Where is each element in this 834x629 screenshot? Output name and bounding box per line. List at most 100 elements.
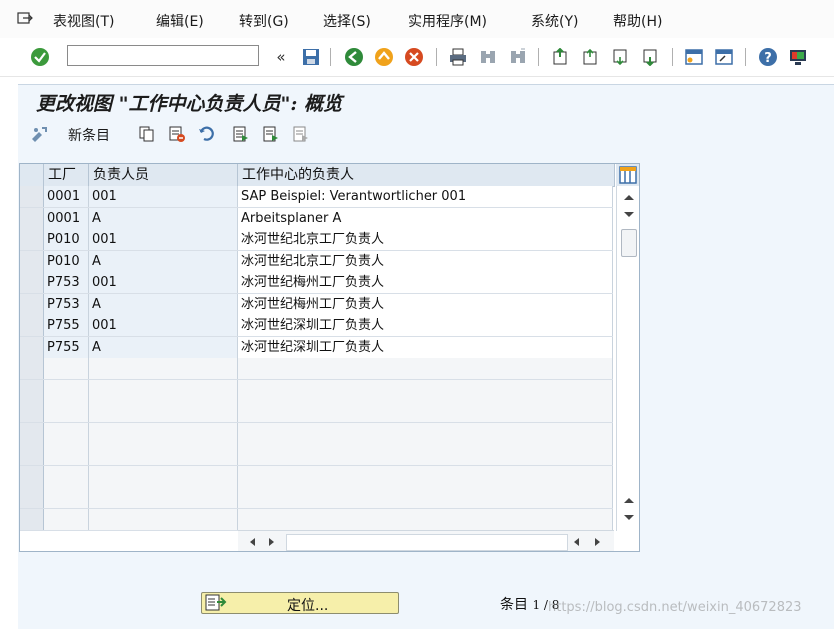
delete-icon[interactable] — [166, 123, 188, 145]
scroll-right-icon[interactable] — [268, 537, 276, 547]
menu-system[interactable]: 系统(Y) — [531, 11, 578, 31]
cancel-icon[interactable] — [403, 46, 425, 68]
table-row[interactable]: P753 A 冰河世纪梅州工厂负责人 — [20, 293, 613, 316]
scroll-left-icon[interactable] — [248, 537, 256, 547]
back-double-icon[interactable]: « — [270, 46, 292, 68]
scroll-up-bottom-icon[interactable] — [623, 496, 635, 504]
horizontal-scrollbar[interactable] — [238, 530, 614, 551]
select-all-cell[interactable] — [20, 164, 44, 186]
deselect-all-icon[interactable] — [290, 123, 312, 145]
row-selector[interactable] — [20, 336, 44, 358]
cell-description[interactable]: 冰河世纪梅州工厂负责人 — [238, 293, 613, 315]
row-selector[interactable] — [20, 508, 44, 530]
table-row[interactable] — [20, 444, 613, 466]
cell-description[interactable] — [238, 487, 613, 508]
row-selector[interactable] — [20, 229, 44, 250]
locate-button[interactable]: 定位... — [201, 592, 399, 614]
display-change-icon[interactable] — [29, 123, 51, 145]
first-page-icon[interactable] — [549, 46, 571, 68]
cell-description[interactable] — [238, 444, 613, 465]
copy-icon[interactable] — [136, 123, 158, 145]
table-settings-button[interactable] — [616, 164, 639, 187]
back-icon[interactable] — [343, 46, 365, 68]
column-header-description[interactable]: 工作中心的负责人 — [238, 164, 615, 186]
next-page-icon[interactable] — [609, 46, 631, 68]
new-entries-button[interactable]: 新条目 — [68, 125, 110, 145]
vertical-scrollbar[interactable] — [616, 186, 639, 531]
cell-description[interactable]: 冰河世纪北京工厂负责人 — [238, 250, 613, 272]
menu-help[interactable]: 帮助(H) — [613, 11, 662, 31]
column-header-plant[interactable]: 工厂 — [44, 164, 89, 186]
row-selector[interactable] — [20, 401, 44, 422]
table-row[interactable]: P010 001 冰河世纪北京工厂负责人 — [20, 229, 613, 251]
cell-description[interactable] — [238, 358, 613, 379]
find-icon[interactable] — [477, 46, 499, 68]
table-row[interactable]: P753 001 冰河世纪梅州工厂负责人 — [20, 272, 613, 294]
menu-table-view[interactable]: 表视图(T) — [53, 11, 114, 31]
last-page-icon[interactable] — [639, 46, 661, 68]
menu-goto[interactable]: 转到(G) — [239, 11, 289, 31]
row-selector[interactable] — [20, 315, 44, 336]
cell-description[interactable] — [238, 422, 613, 444]
table-row[interactable] — [20, 487, 613, 509]
table-row[interactable]: P755 001 冰河世纪深圳工厂负责人 — [20, 315, 613, 337]
table-row[interactable]: 0001 A Arbeitsplaner A — [20, 207, 613, 230]
exit-icon[interactable] — [373, 46, 395, 68]
row-selector[interactable] — [20, 358, 44, 379]
print-icon[interactable] — [447, 46, 469, 68]
menu-utilities[interactable]: 实用程序(M) — [408, 11, 487, 31]
row-selector[interactable] — [20, 293, 44, 315]
command-field[interactable] — [67, 45, 259, 66]
row-selector[interactable] — [20, 379, 44, 401]
horizontal-scroll-track[interactable] — [286, 534, 568, 551]
undo-icon[interactable] — [196, 123, 218, 145]
scroll-left-end-icon[interactable] — [572, 537, 580, 547]
scroll-thumb[interactable] — [621, 229, 637, 257]
cell-description[interactable]: 冰河世纪梅州工厂负责人 — [238, 272, 613, 293]
row-selector[interactable] — [20, 465, 44, 487]
row-selector[interactable] — [20, 207, 44, 229]
select-all-icon[interactable] — [230, 123, 252, 145]
cell-description[interactable] — [238, 508, 613, 530]
scroll-up-icon[interactable] — [623, 193, 635, 201]
scroll-right-end-icon[interactable] — [594, 537, 602, 547]
cell-description[interactable]: SAP Beispiel: Verantwortlicher 001 — [238, 186, 613, 207]
help-icon[interactable]: ? — [757, 46, 779, 68]
table-row[interactable] — [20, 422, 613, 445]
prev-page-icon[interactable] — [579, 46, 601, 68]
row-selector[interactable] — [20, 444, 44, 465]
new-session-icon[interactable] — [683, 46, 705, 68]
exit-menu-icon[interactable] — [17, 11, 33, 25]
check-icon[interactable] — [29, 46, 51, 68]
row-selector[interactable] — [20, 487, 44, 508]
scroll-down-bottom-icon[interactable] — [623, 514, 635, 522]
cell-description[interactable]: 冰河世纪北京工厂负责人 — [238, 229, 613, 250]
table-row[interactable] — [20, 358, 613, 380]
row-selector[interactable] — [20, 422, 44, 444]
cell-description[interactable]: 冰河世纪深圳工厂负责人 — [238, 336, 613, 358]
column-header-person[interactable]: 负责人员 — [89, 164, 238, 186]
table-row[interactable]: P010 A 冰河世纪北京工厂负责人 — [20, 250, 613, 273]
cell-description[interactable] — [238, 379, 613, 401]
scroll-down-icon[interactable] — [623, 211, 635, 219]
row-selector[interactable] — [20, 250, 44, 272]
menu-selection[interactable]: 选择(S) — [323, 11, 371, 31]
shortcut-icon[interactable] — [713, 46, 735, 68]
table-row[interactable] — [20, 401, 613, 423]
find-next-icon[interactable] — [507, 46, 529, 68]
menu-edit[interactable]: 编辑(E) — [156, 11, 204, 31]
table-row[interactable] — [20, 465, 613, 488]
row-selector[interactable] — [20, 186, 44, 207]
save-icon[interactable] — [300, 46, 322, 68]
cell-description[interactable] — [238, 401, 613, 422]
cell-description[interactable]: Arbeitsplaner A — [238, 207, 613, 229]
row-selector[interactable] — [20, 272, 44, 293]
customize-icon[interactable] — [787, 46, 809, 68]
select-block-icon[interactable] — [260, 123, 282, 145]
table-row[interactable] — [20, 379, 613, 402]
table-row[interactable]: P755 A 冰河世纪深圳工厂负责人 — [20, 336, 613, 359]
table-row[interactable]: 0001 001 SAP Beispiel: Verantwortlicher 00… — [20, 186, 613, 208]
cell-description[interactable] — [238, 465, 613, 487]
cell-description[interactable]: 冰河世纪深圳工厂负责人 — [238, 315, 613, 336]
table-row[interactable] — [20, 508, 613, 531]
